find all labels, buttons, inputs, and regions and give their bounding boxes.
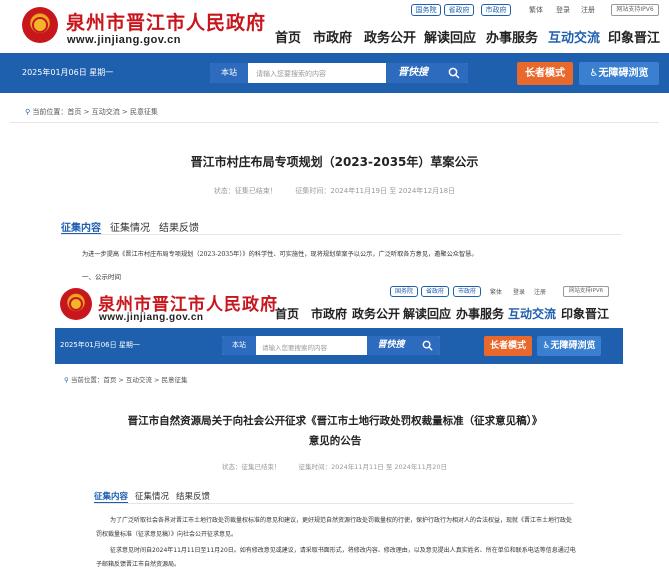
link-province-gov[interactable]: 省政府 [421, 286, 449, 297]
body-paragraph-2: 征求意见时间自2024年11月11日至11月20日。如有修改意见或建议，请采取书… [96, 544, 576, 572]
collect-period: 征集时间：2024年11月19日 至 2024年12月18日 [295, 187, 456, 195]
body-paragraph-1: 为了广泛听取社会各界对晋江市土地行政处罚裁量权标准的意见和建议，更好规范自然资源… [96, 514, 576, 542]
search-icon [422, 340, 433, 351]
login-link[interactable]: 登录 [513, 287, 525, 296]
national-emblem-icon [22, 7, 58, 43]
nav-interaction[interactable]: 互动交流 [548, 27, 600, 46]
body-paragraph-1-text: 为了广泛听取社会各界对晋江市土地行政处罚裁量权标准的意见和建议，更好规范自然资源… [96, 517, 573, 538]
link-province-gov[interactable]: 省政府 [444, 4, 474, 16]
login-link[interactable]: 登录 [556, 5, 570, 15]
tab-result-feedback[interactable]: 结果反馈 [176, 490, 210, 502]
article-title-line-2: 意见的公告 [308, 435, 362, 447]
register-link[interactable]: 注册 [581, 5, 595, 15]
accessible-browse-label: 无障碍浏览 [550, 341, 596, 351]
nav-interpretation[interactable]: 解读回应 [403, 305, 451, 322]
nav-interaction[interactable]: 互动交流 [508, 305, 556, 322]
nav-services[interactable]: 办事服务 [486, 27, 538, 46]
search-button[interactable] [440, 63, 468, 83]
breadcrumb: ⚲ 当前位置：首页 > 互动交流 > 民意征集 [64, 374, 188, 384]
location-pin-icon: ⚲ [25, 108, 31, 116]
tabs-divider [61, 234, 621, 235]
nav-services[interactable]: 办事服务 [456, 305, 504, 322]
current-date: 2025年01月06日 星期一 [22, 68, 114, 77]
national-emblem-icon [60, 288, 92, 320]
nav-gov-affairs[interactable]: 政务公开 [352, 305, 400, 322]
current-date: 2025年01月06日 星期一 [60, 341, 140, 349]
location-pin-icon: ⚲ [64, 376, 69, 384]
tab-collect-content[interactable]: 征集内容 [94, 490, 128, 502]
link-city-gov[interactable]: 市政府 [453, 286, 481, 297]
nav-city-gov[interactable]: 市政府 [313, 27, 352, 46]
nav-city-gov[interactable]: 市政府 [311, 305, 347, 322]
nav-home[interactable]: 首页 [275, 27, 301, 46]
tab-result-feedback[interactable]: 结果反馈 [159, 219, 199, 234]
collect-status: 状态：征集已结束！ [222, 463, 281, 471]
breadcrumb-text: 当前位置：首页 > 互动交流 > 民意征集 [70, 376, 188, 384]
article-meta: 状态：征集已结束！ 征集时间：2024年11月11日 至 2024年11月20日 [0, 461, 669, 471]
link-state-council[interactable]: 国务院 [390, 286, 418, 297]
search-box[interactable]: 本站 请输入您要搜索的内容 晋快搜 [222, 336, 440, 355]
search-scope-select[interactable]: 本站 [222, 336, 256, 355]
elder-mode-button[interactable]: 长者模式 [484, 336, 532, 356]
accessible-browse-button[interactable]: ♿无障碍浏览 [579, 62, 659, 85]
tab-collect-status[interactable]: 征集情况 [110, 219, 150, 234]
article-title: 晋江市自然资源局关于向社会公开征求《晋江市土地行政处罚权裁量标准（征求意见稿）》… [40, 411, 630, 451]
breadcrumb-divider [10, 122, 659, 123]
elder-mode-button[interactable]: 长者模式 [517, 62, 573, 85]
nav-home[interactable]: 首页 [275, 305, 299, 322]
article-title: 晋江市村庄布局专项规划（2023-2035年）草案公示 [190, 155, 479, 169]
search-brand-label: 晋快搜 [367, 336, 415, 355]
collect-status: 状态：征集已结束！ [213, 187, 277, 195]
search-button[interactable] [415, 336, 440, 355]
nav-gov-affairs[interactable]: 政务公开 [364, 27, 416, 46]
breadcrumb-text: 当前位置：首页 > 互动交流 > 民意征集 [32, 108, 159, 116]
site-url: www.jinjiang.gov.cn [67, 34, 182, 46]
search-icon [448, 67, 460, 79]
ipv6-badge: 网站支持IPV6 [563, 286, 609, 297]
body-paragraph-2-text: 征求意见时间自2024年11月11日至11月20日。如有修改意见或建议，请采取书… [96, 547, 576, 568]
search-scope-select[interactable]: 本站 [210, 63, 248, 83]
accessibility-icon: ♿ [542, 341, 551, 351]
accessible-browse-button[interactable]: ♿无障碍浏览 [537, 336, 601, 356]
tabs-divider [94, 503, 574, 504]
nav-impression[interactable]: 印象晋江 [561, 305, 609, 322]
site-url: www.jinjiang.gov.cn [99, 312, 204, 323]
nav-interpretation[interactable]: 解读回应 [424, 27, 476, 46]
link-city-gov[interactable]: 市政府 [481, 4, 511, 16]
article-meta: 状态：征集已结束！ 征集时间：2024年11月19日 至 2024年12月18日 [0, 186, 669, 196]
link-state-council[interactable]: 国务院 [411, 4, 441, 16]
collect-period: 征集时间：2024年11月11日 至 2024年11月20日 [298, 463, 447, 471]
register-link[interactable]: 注册 [534, 287, 546, 296]
article-title-line-1: 晋江市自然资源局关于向社会公开征求《晋江市土地行政处罚权裁量标准（征求意见稿）》 [127, 415, 543, 427]
tab-collect-content[interactable]: 征集内容 [61, 219, 101, 234]
traditional-chinese-link[interactable]: 繁体 [529, 5, 543, 15]
site-title[interactable]: 泉州市晋江市人民政府 [66, 8, 266, 35]
intro-paragraph: 为进一步提高《晋江市村庄布局专项规划（2023-2035年）》的科学性、可实施性… [82, 251, 478, 258]
breadcrumb: ⚲ 当前位置：首页 > 互动交流 > 民意征集 [25, 107, 158, 117]
search-box[interactable]: 本站 请输入您要搜索的内容 晋快搜 [210, 63, 468, 83]
nav-impression[interactable]: 印象晋江 [608, 27, 660, 46]
tab-collect-status[interactable]: 征集情况 [135, 490, 169, 502]
search-input[interactable]: 请输入您要搜索的内容 [256, 69, 326, 79]
section-heading: 一、公示时间 [82, 273, 121, 281]
traditional-chinese-link[interactable]: 繁体 [490, 287, 502, 296]
search-brand-label: 晋快搜 [386, 63, 440, 83]
search-input[interactable]: 请输入您要搜索的内容 [262, 342, 327, 352]
ipv6-badge: 网站支持IPV6 [611, 4, 659, 16]
accessible-browse-label: 无障碍浏览 [598, 68, 649, 79]
